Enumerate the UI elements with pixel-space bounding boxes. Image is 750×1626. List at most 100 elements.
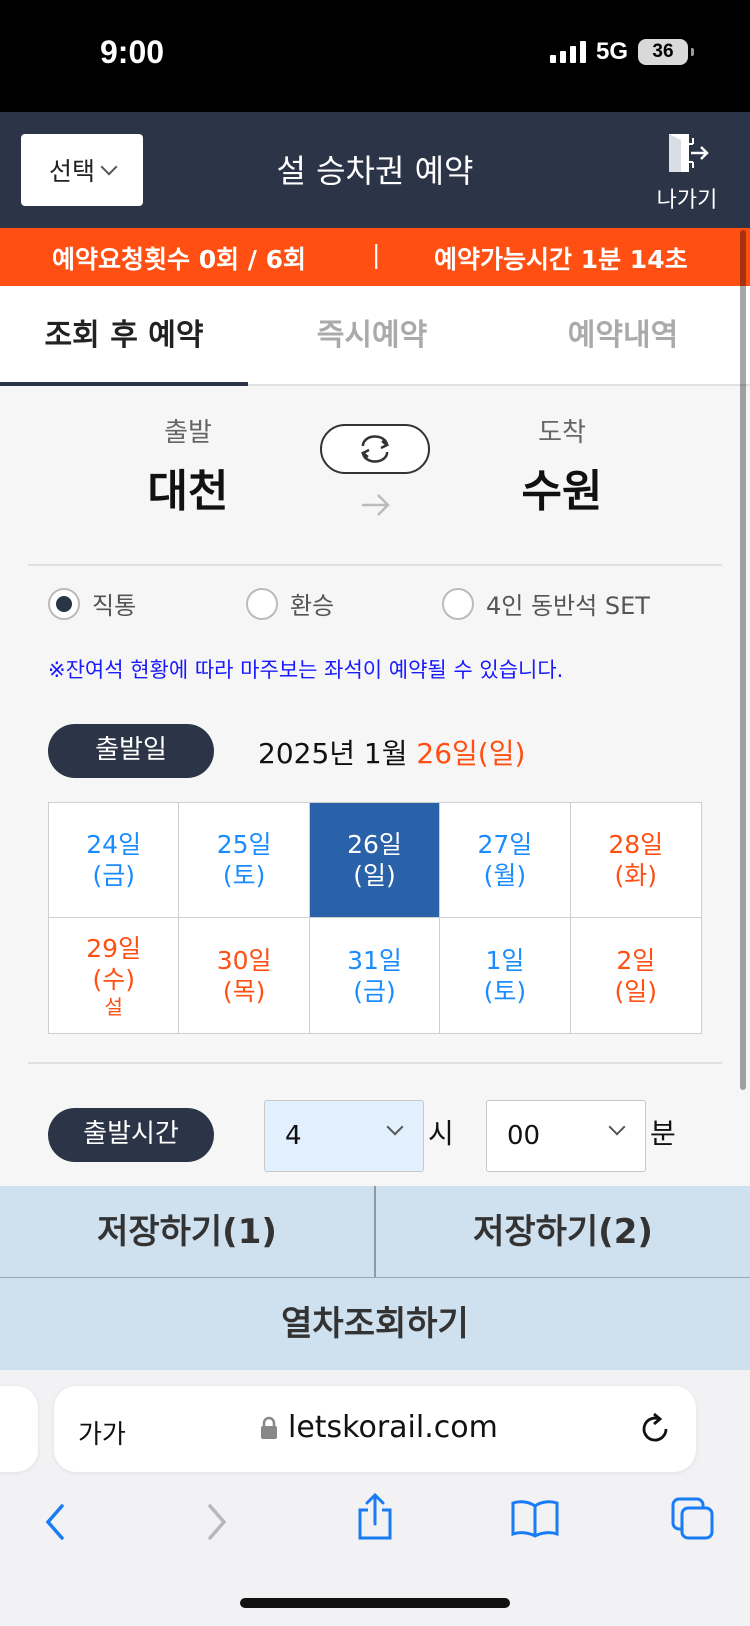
date-cell-day: 2일	[616, 945, 656, 975]
app-header: 선택 설 승차권 예약 나가기	[0, 112, 750, 228]
tab-bar: 조회 후 예약 즉시예약 예약내역	[0, 286, 750, 386]
tabs-icon[interactable]	[670, 1496, 716, 1540]
tab-instant-reserve[interactable]: 즉시예약	[248, 286, 496, 386]
date-cell-weekday: (금)	[92, 861, 135, 890]
arrival-caption: 도착	[538, 418, 586, 448]
minute-value: 00	[507, 1121, 541, 1151]
date-cell[interactable]: 25일 (토)	[179, 803, 310, 918]
save-1-button[interactable]: 저장하기(1)	[0, 1186, 374, 1277]
save-2-button[interactable]: 저장하기(2)	[374, 1186, 750, 1277]
lock-icon	[261, 1416, 277, 1439]
departure-station[interactable]: 출발 대천	[88, 412, 288, 519]
selected-date-prefix: 2025년 1월	[258, 737, 417, 770]
hour-unit: 시	[428, 1117, 454, 1150]
arrow-right-icon	[362, 494, 390, 516]
back-icon[interactable]	[40, 1500, 70, 1544]
save-buttons: 저장하기(1) 저장하기(2)	[0, 1186, 750, 1278]
date-cell[interactable]: 26일 (일)	[309, 803, 441, 918]
date-cell-day: 31일	[347, 945, 402, 975]
share-icon[interactable]	[354, 1492, 396, 1542]
page-title: 설 승차권 예약	[276, 152, 474, 190]
date-cell-weekday: (수)	[92, 964, 135, 994]
date-cell-day: 29일	[86, 933, 142, 963]
radio-transfer-circle	[246, 587, 278, 620]
radio-direct[interactable]: 직통	[48, 586, 136, 621]
url-display[interactable]: letskorail.com	[260, 1410, 498, 1445]
swap-icon	[360, 435, 390, 463]
date-cell-day: 28일	[608, 830, 664, 859]
date-calendar: 24일 (금) 25일 (토) 26일 (일) 27일 (월) 28일 (화) 29일 (수) 설 30일…	[48, 802, 702, 1034]
date-cell-weekday: (토)	[222, 861, 266, 890]
swap-stations-button[interactable]	[320, 424, 430, 474]
chevron-down-icon	[386, 1118, 404, 1136]
bookmarks-icon[interactable]	[510, 1498, 560, 1538]
radio-transfer-label: 환승	[290, 592, 335, 620]
date-cell[interactable]: 28일 (화)	[570, 803, 701, 918]
date-cell-weekday: (화)	[614, 861, 658, 890]
forward-icon[interactable]	[202, 1500, 232, 1544]
hour-select[interactable]: 4	[264, 1100, 424, 1172]
arrival-station[interactable]: 도착 수원	[462, 412, 662, 519]
radio-direct-label: 직통	[92, 592, 137, 620]
departure-time-label: 출발시간	[48, 1108, 214, 1162]
divider	[28, 1062, 722, 1064]
selected-date: 2025년 1월 26일(일)	[258, 732, 525, 772]
radio-family-set[interactable]: 4인 동반석 SET	[442, 586, 650, 621]
date-cell[interactable]: 1일 (토)	[440, 918, 571, 1033]
date-cell-day: 30일	[216, 945, 272, 975]
date-cell[interactable]: 29일 (수) 설	[49, 918, 180, 1033]
previous-tab-peek[interactable]	[0, 1386, 38, 1472]
page-settings-button[interactable]: 가가	[78, 1414, 126, 1451]
date-cell-day: 27일	[477, 830, 533, 859]
date-cell-weekday: (일)	[353, 861, 396, 890]
tab-reservation-history[interactable]: 예약내역	[496, 286, 750, 386]
date-cell[interactable]: 27일 (월)	[440, 803, 571, 918]
url-text: letskorail.com	[288, 1410, 498, 1445]
network-type: 5G	[595, 38, 628, 65]
reservation-status-banner: 예약요청횟수 0회 / 6회 | 예약가능시간 1분 14초	[0, 228, 750, 286]
radio-family-set-circle	[442, 587, 474, 620]
date-cell-day: 1일	[485, 945, 525, 975]
exit-button[interactable]: 나가기	[652, 132, 722, 214]
status-time: 9:00	[100, 34, 165, 70]
date-cell[interactable]: 2일 (일)	[571, 918, 701, 1033]
exit-icon	[669, 134, 709, 172]
date-cell-weekday: (월)	[483, 861, 527, 890]
chevron-down-icon	[608, 1118, 626, 1136]
exit-label: 나가기	[656, 188, 718, 213]
date-cell[interactable]: 30일 (목)	[179, 918, 310, 1033]
radio-transfer[interactable]: 환승	[246, 586, 334, 621]
arrival-name: 수원	[521, 466, 603, 517]
date-cell-holiday: 설	[104, 994, 123, 1019]
request-count: 예약요청횟수 0회 / 6회	[52, 245, 307, 274]
date-cell-weekday: (목)	[222, 976, 266, 1006]
address-bar[interactable]: 가가 letskorail.com	[54, 1386, 696, 1472]
departure-caption: 출발	[164, 418, 212, 448]
time-remaining: 예약가능시간 1분 14초	[434, 245, 688, 274]
scrollbar[interactable]	[740, 230, 746, 1090]
search-trains-button[interactable]: 열차조회하기	[0, 1278, 750, 1370]
reload-icon[interactable]	[640, 1412, 672, 1446]
divider	[28, 564, 722, 566]
date-cell-day: 25일	[216, 830, 272, 859]
departure-date-label: 출발일	[48, 724, 214, 778]
radio-family-set-label: 4인 동반석 SET	[486, 592, 650, 620]
tab-search-then-reserve[interactable]: 조회 후 예약	[0, 286, 248, 386]
date-cell[interactable]: 24일 (금)	[49, 803, 180, 918]
banner-separator: |	[372, 240, 381, 269]
browser-chrome: 가가 letskorail.com	[0, 1370, 750, 1626]
minute-select[interactable]: 00	[486, 1100, 646, 1172]
browser-toolbar	[0, 1488, 750, 1568]
home-indicator	[240, 1598, 510, 1608]
date-cell-weekday: (일)	[614, 976, 658, 1006]
hour-value: 4	[285, 1121, 302, 1151]
status-indicators: 5G 36	[549, 38, 694, 66]
signal-icon	[549, 41, 586, 63]
date-cell-weekday: (금)	[353, 976, 396, 1006]
date-cell[interactable]: 31일 (금)	[310, 918, 441, 1033]
status-bar: 9:00 5G 36	[0, 0, 750, 112]
selected-date-day: 26일(일)	[416, 737, 526, 770]
date-cell-weekday: (토)	[483, 976, 527, 1006]
battery-icon: 36	[638, 39, 694, 65]
departure-name: 대천	[147, 466, 229, 517]
